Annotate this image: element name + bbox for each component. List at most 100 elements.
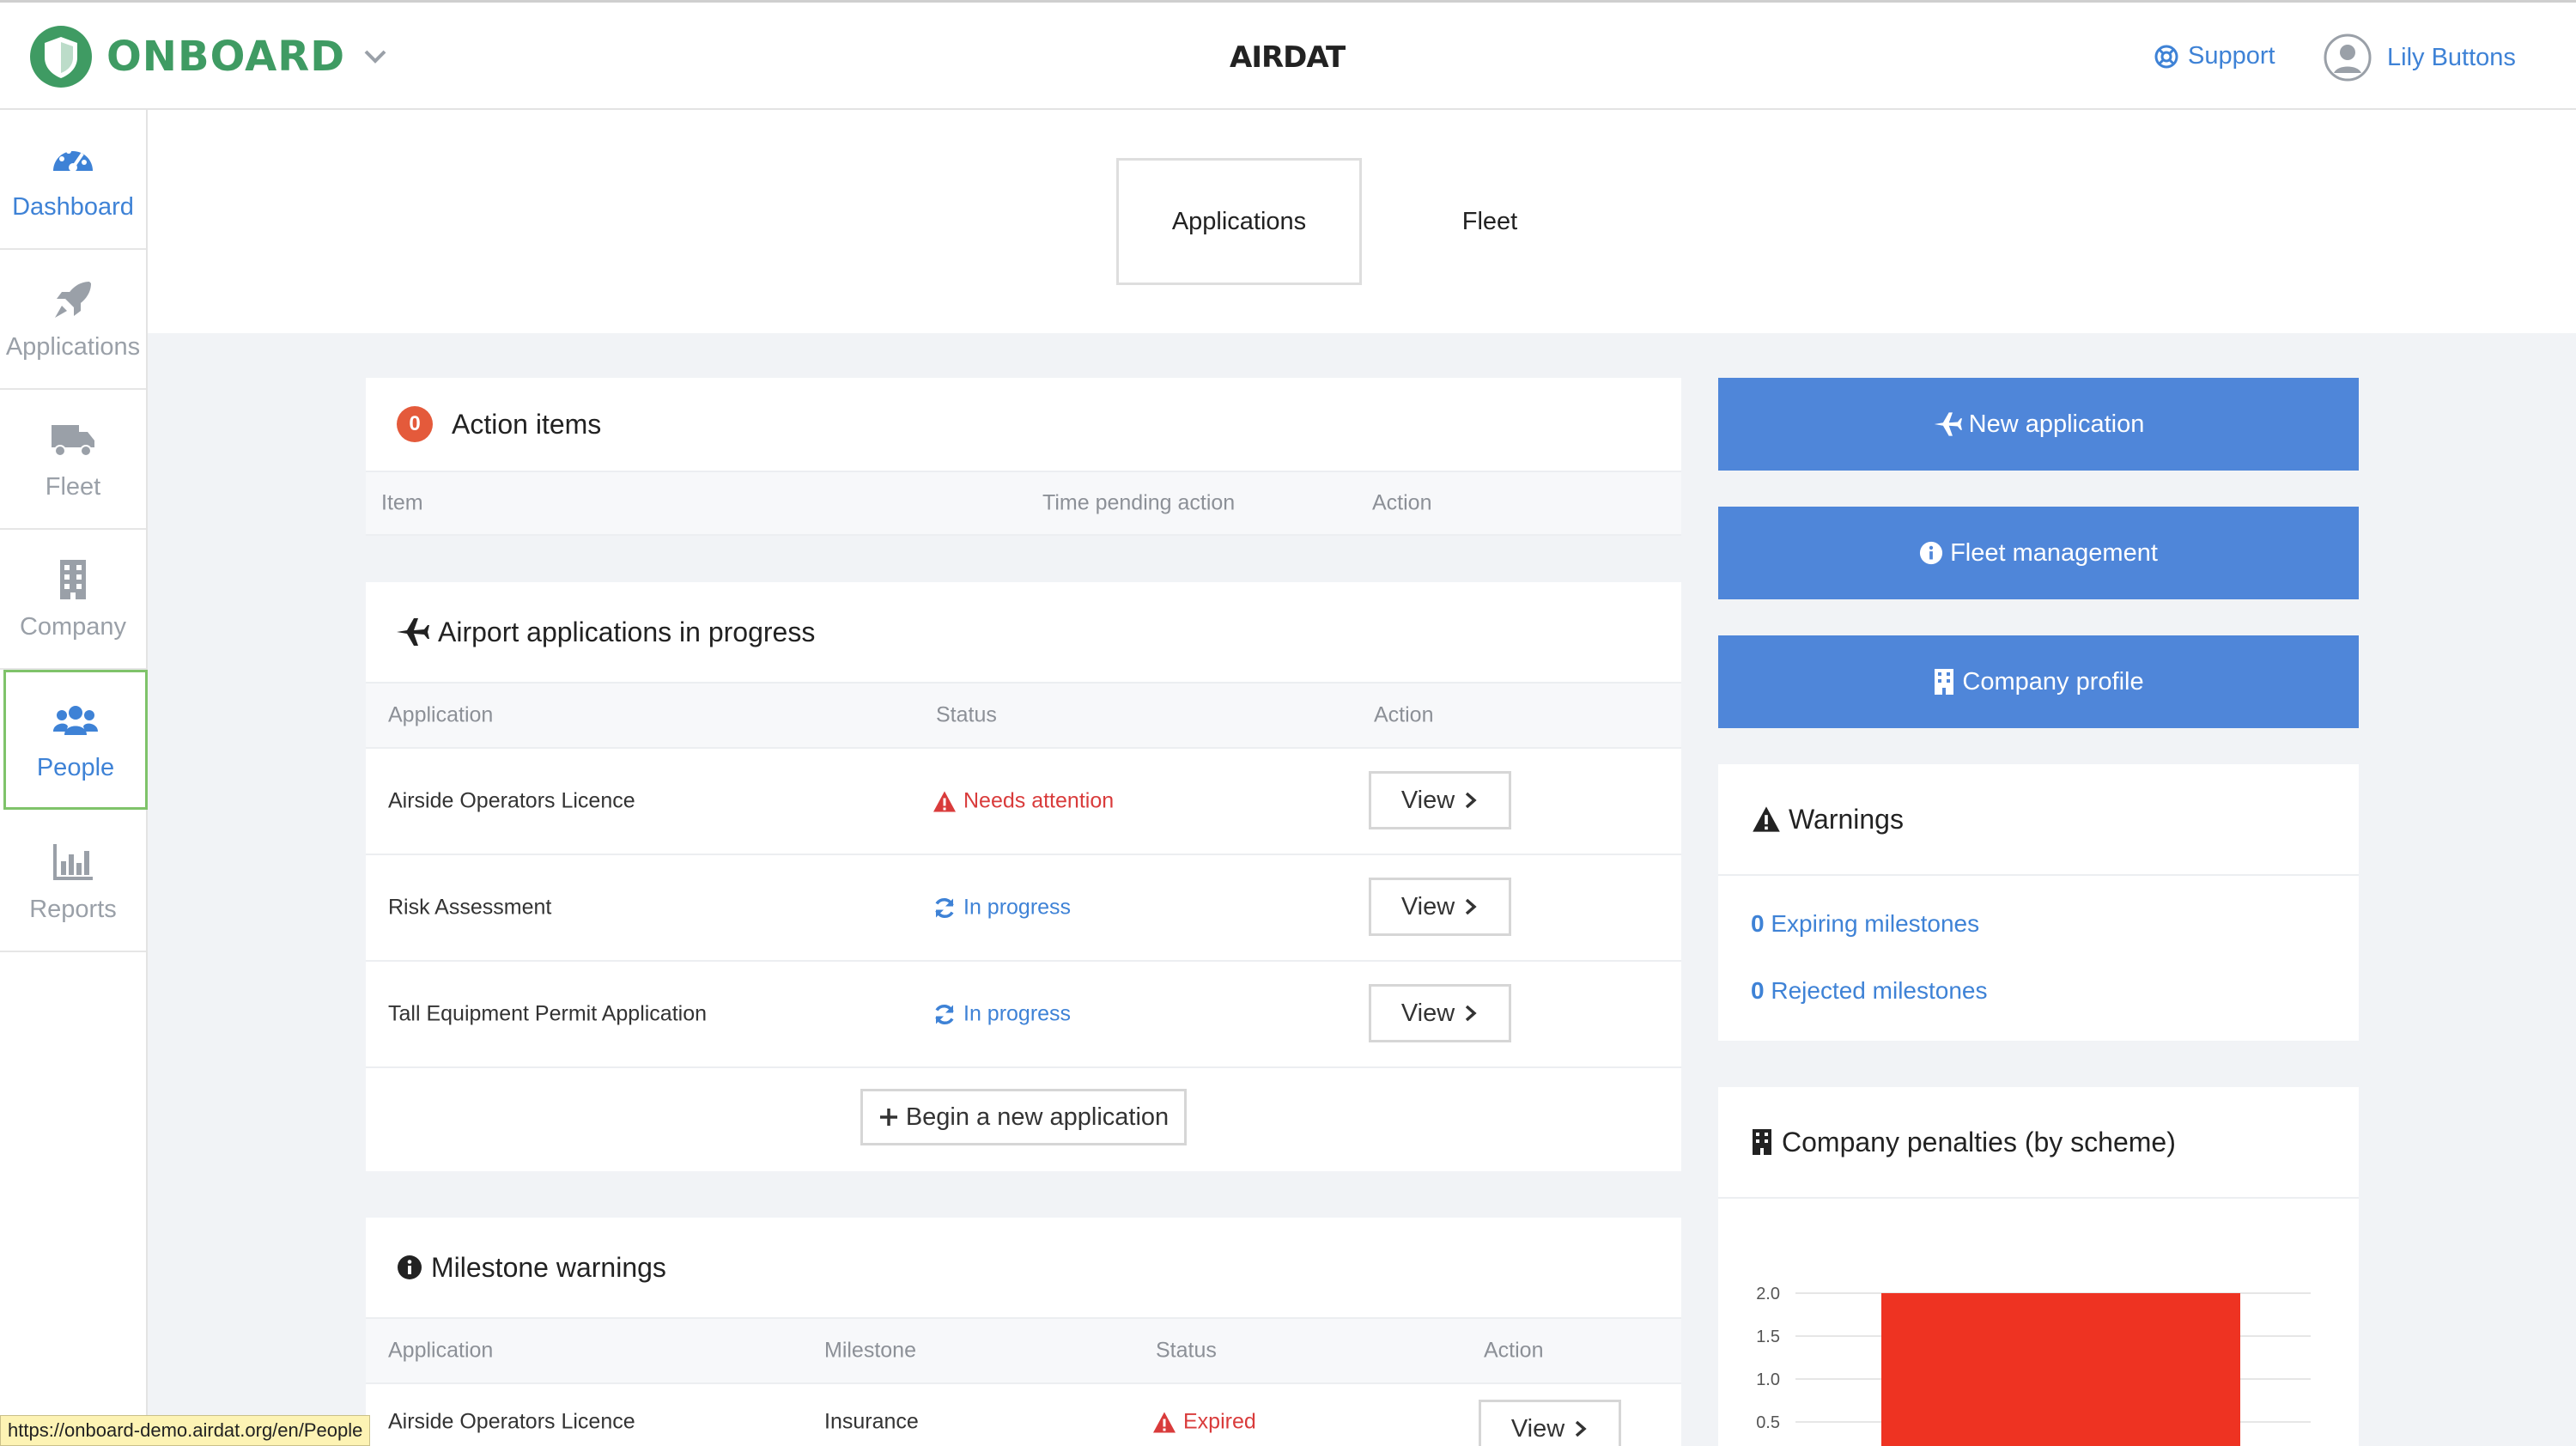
bar-chart-icon — [53, 844, 93, 880]
expiring-count: 0 — [1751, 910, 1765, 937]
y-tick-label: 0.5 — [1756, 1413, 1780, 1432]
sidebar-item-label: Company — [19, 613, 127, 641]
table-row: Airside Operators Licence Insurance Expi… — [366, 1384, 1681, 1446]
column-header: Milestone — [824, 1338, 916, 1363]
status-text: In progress — [963, 1001, 1072, 1026]
button-label: Company profile — [1962, 667, 2144, 696]
dashboard-gauge-icon — [53, 149, 93, 172]
column-header: Status — [1156, 1338, 1217, 1363]
action-items-card: 0 Action items Item Time pending action … — [366, 378, 1681, 536]
card-title: Airport applications in progress — [438, 616, 816, 647]
tab-strip: Applications Fleet — [148, 110, 2576, 333]
building-icon — [1935, 669, 1954, 695]
column-header: Action — [1484, 1338, 1544, 1363]
chevron-right-icon — [1466, 792, 1477, 809]
new-application-button[interactable]: New application — [1718, 378, 2359, 471]
tab-fleet[interactable]: Fleet — [1365, 158, 1614, 285]
view-label: View — [1400, 892, 1455, 920]
card-header: Warnings — [1718, 764, 2359, 876]
view-button[interactable]: View — [1369, 771, 1511, 829]
rocket-icon — [55, 282, 91, 318]
sidebar-item-label: Applications — [5, 333, 141, 361]
application-name: Risk Assessment — [388, 895, 552, 920]
penalties-bar-chart: 2.01.51.00.50 — [1756, 1285, 2311, 1446]
view-button[interactable]: View — [1369, 984, 1511, 1042]
shield-logo-icon — [30, 26, 92, 88]
begin-new-application-button[interactable]: Begin a new application — [860, 1089, 1187, 1145]
truck-icon — [52, 425, 94, 457]
action-count-badge: 0 — [397, 406, 433, 442]
support-link[interactable]: Support — [2154, 42, 2275, 70]
table-header: Item Time pending action Action — [366, 471, 1681, 536]
application-name: Airside Operators Licence — [388, 1409, 635, 1434]
expiring-label: Expiring milestones — [1771, 910, 1980, 937]
card-header: Airport applications in progress — [366, 582, 1681, 682]
sidebar-item-label: Fleet — [45, 473, 101, 501]
column-header: Action — [1374, 702, 1434, 727]
rejected-milestones-link[interactable]: 0 Rejected milestones — [1751, 977, 1987, 1005]
applications-card: Airport applications in progress Applica… — [366, 582, 1681, 1171]
view-label: View — [1510, 1414, 1565, 1443]
building-icon — [60, 560, 86, 599]
table-header: Application Status Action — [366, 682, 1681, 749]
avatar — [2324, 33, 2372, 82]
view-label: View — [1400, 999, 1455, 1027]
fleet-management-button[interactable]: Fleet management — [1718, 507, 2359, 599]
sidebar-item-company[interactable]: Company — [0, 530, 146, 670]
sidebar-item-people[interactable]: People — [3, 670, 148, 810]
warning-triangle-icon — [1153, 1412, 1176, 1432]
sidebar-item-dashboard[interactable]: Dashboard — [0, 110, 146, 250]
button-label: Fleet management — [1950, 538, 2158, 567]
sidebar-item-label: Reports — [29, 896, 117, 923]
user-name: Lily Buttons — [2387, 43, 2516, 71]
card-header: 0 Action items — [366, 378, 1681, 471]
brand-name: ONBOARD — [106, 33, 346, 81]
column-header: Item — [381, 490, 423, 515]
view-button[interactable]: View — [1369, 878, 1511, 936]
column-header: Time pending action — [1042, 490, 1236, 515]
y-tick-label: 2.0 — [1756, 1285, 1780, 1303]
warning-triangle-icon — [1753, 806, 1780, 832]
column-header: Application — [388, 702, 494, 727]
column-header: Application — [388, 1338, 494, 1363]
milestone-warnings-card: Milestone warnings Application Milestone… — [366, 1218, 1681, 1446]
info-circle-icon — [1920, 541, 1943, 565]
sidebar-item-reports[interactable]: Reports — [0, 812, 146, 952]
status-expired: Expired — [1152, 1410, 1256, 1435]
y-tick-label: 1.5 — [1756, 1328, 1780, 1346]
chevron-down-icon — [364, 50, 386, 64]
expiring-milestones-link[interactable]: 0 Expiring milestones — [1751, 910, 1979, 938]
column-header: Action — [1372, 490, 1432, 515]
card-header: Milestone warnings — [366, 1218, 1681, 1317]
status-text: Expired — [1183, 1409, 1256, 1434]
view-label: View — [1400, 786, 1455, 814]
sidebar-item-fleet[interactable]: Fleet — [0, 390, 146, 530]
status-text: Needs attention — [963, 788, 1115, 813]
company-profile-button[interactable]: Company profile — [1718, 635, 2359, 728]
sidebar-item-label: People — [36, 754, 115, 781]
application-name: Airside Operators Licence — [388, 788, 635, 813]
top-navbar: ONBOARD AIRDAT Support Lily Buttons — [0, 0, 2576, 110]
button-label: New application — [1968, 410, 2145, 438]
penalty-bar[interactable] — [1881, 1293, 2240, 1446]
card-title: Milestone warnings — [431, 1251, 666, 1283]
brand-menu[interactable]: ONBOARD — [29, 25, 390, 88]
status-in-progress: In progress — [933, 896, 1071, 920]
card-header: Company penalties (by scheme) — [1718, 1087, 2359, 1199]
user-menu[interactable]: Lily Buttons — [2324, 33, 2516, 82]
chevron-right-icon — [1466, 898, 1477, 915]
tab-applications[interactable]: Applications — [1116, 158, 1362, 285]
sidebar-item-applications[interactable]: Applications — [0, 250, 146, 390]
card-title: Action items — [452, 408, 602, 440]
status-needs-attention: Needs attention — [933, 789, 1114, 814]
table-header: Application Milestone Status Action — [366, 1317, 1681, 1384]
support-label: Support — [2188, 42, 2275, 70]
building-icon — [1753, 1129, 1771, 1155]
sidebar: Dashboard Applications Fleet Company Peo… — [0, 110, 148, 1446]
table-row: Risk Assessment In progress View — [366, 855, 1681, 962]
sidebar-item-label: Dashboard — [12, 193, 134, 221]
view-button[interactable]: View — [1479, 1400, 1621, 1446]
status-bar-url: https://onboard-demo.airdat.org/en/Peopl… — [0, 1415, 371, 1446]
penalties-card: Company penalties (by scheme) 2.0 1.5 1.0 0… — [1718, 1087, 2359, 1446]
warnings-card: Warnings 0 Expiring milestones 0 Rejecte… — [1718, 764, 2359, 1041]
